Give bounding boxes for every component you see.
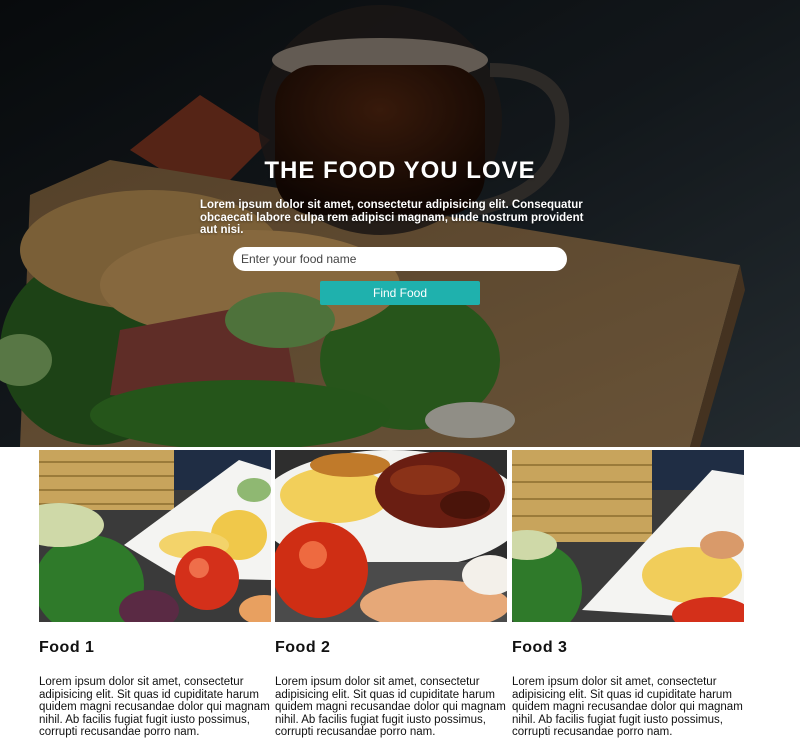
food-card-1[interactable]: Food 1 Lorem ipsum dolor sit amet, conse… [39,450,271,739]
food-3-image [512,450,744,622]
food-cards-section: Food 1 Lorem ipsum dolor sit amet, conse… [0,447,800,738]
food-card-2[interactable]: Food 2 Lorem ipsum dolor sit amet, conse… [275,450,507,739]
food-3-title: Food 3 [512,639,568,656]
food-search-input[interactable] [233,247,567,271]
hero-title: THE FOOD YOU LOVE [264,157,536,184]
food-card-3[interactable]: Food 3 Lorem ipsum dolor sit amet, conse… [512,450,744,739]
food-1-image [39,450,271,622]
food-2-description: Lorem ipsum dolor sit amet, consectetur … [275,676,506,738]
food-1-title: Food 1 [39,639,95,656]
hero-description: Lorem ipsum dolor sit amet, consectetur … [200,199,584,236]
hero-content: THE FOOD YOU LOVE Lorem ipsum dolor sit … [200,155,600,305]
find-food-button[interactable]: Find Food [320,281,480,305]
food-1-description: Lorem ipsum dolor sit amet, consectetur … [39,676,270,738]
food-2-image [275,450,507,622]
food-2-title: Food 2 [275,639,331,656]
hero-section: THE FOOD YOU LOVE Lorem ipsum dolor sit … [0,0,800,447]
food-3-description: Lorem ipsum dolor sit amet, consectetur … [512,676,743,738]
